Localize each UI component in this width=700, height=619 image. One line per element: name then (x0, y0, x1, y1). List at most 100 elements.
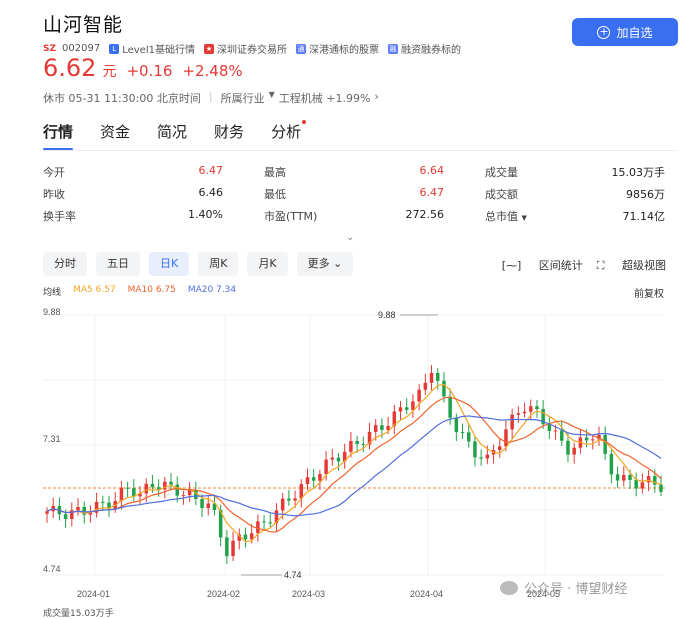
candle-body (473, 441, 477, 458)
candle-body (243, 534, 248, 540)
candle-body (634, 479, 638, 489)
candle-body (591, 439, 595, 441)
low-label: 4.74 (284, 570, 302, 580)
connect-icon: 通 (295, 43, 306, 54)
candle-body (249, 533, 254, 540)
super-view-button[interactable]: ⛶ 超级视图 (597, 257, 666, 273)
candle-body (417, 389, 421, 402)
candle-body (603, 434, 607, 454)
price-row: 6.62 元 +0.16 +2.48% (43, 54, 253, 82)
stat-market-cap[interactable]: 总市值 ▼ 71.14亿 (485, 208, 665, 224)
candle-body (311, 477, 316, 481)
candle-body (454, 417, 459, 433)
candle-body (448, 396, 452, 418)
candle-body (435, 372, 440, 381)
candle-body (485, 454, 490, 459)
candle-body (175, 484, 179, 496)
stat-turnover-amount: 成交额 9856万 (485, 188, 665, 201)
wechat-icon (500, 580, 518, 595)
candle-body (646, 476, 651, 483)
candle-body (516, 413, 521, 415)
margin-icon: 融 (387, 43, 398, 54)
candle-body (547, 424, 552, 431)
candle-body (318, 473, 322, 481)
tag-margin: 融融资融券标的 (387, 43, 461, 56)
candle-body (628, 474, 632, 480)
candle-body (200, 498, 204, 509)
caret-down-icon: ▼ (268, 90, 275, 99)
candle-body (466, 432, 471, 442)
ma20-label: MA20 7.34 (187, 285, 237, 295)
candle-body (187, 490, 192, 496)
stat-open: 今开 6.47 (43, 164, 223, 179)
stats-row: 换手率 1.40% 市盈(TTM) 272.56 总市值 ▼ 71.14亿 (43, 205, 665, 227)
market-badge: SZ (43, 43, 57, 54)
volume-label: 成交量15.03万手 (43, 609, 114, 619)
candle-body (150, 483, 155, 488)
candle-body (609, 453, 614, 475)
stats-grid: 今开 6.47 最高 6.64 成交量 15.03万手 昨收 6.46 最低 6.47 成… (43, 161, 665, 227)
candle-body (522, 411, 527, 414)
tag-connect: 通深港通标的股票 (295, 43, 379, 56)
period-more[interactable]: 更多 ⌄ (296, 252, 354, 276)
stats-row: 今开 6.47 最高 6.64 成交量 15.03万手 (43, 161, 665, 183)
candle-body (169, 481, 173, 485)
candle-body (380, 425, 384, 430)
period-weekly-k[interactable]: 周K (198, 252, 239, 276)
expand-chevron-icon[interactable]: ⌄ (346, 232, 354, 243)
candle-body (659, 484, 663, 492)
period-daily-k[interactable]: 日K (149, 252, 190, 276)
candle-body (206, 503, 211, 509)
candle-body (497, 446, 502, 451)
plus-icon: + (597, 24, 611, 39)
tab-analysis[interactable]: 分析 (271, 120, 307, 142)
candle-body (510, 414, 514, 430)
stock-code: 002097 (62, 43, 101, 54)
tab-divider (43, 150, 678, 151)
y-tick-label: 4.74 (43, 564, 61, 574)
stat-low: 最低 6.47 (264, 186, 444, 201)
market-status: 休市 05-31 11:30:00 北京时间 (43, 92, 201, 105)
candle-body (330, 457, 335, 460)
kline-chart[interactable]: 9.88 7.31 4.74 2024-01 2024-02 2024-03 2024-04… (0, 300, 700, 605)
candle-body (144, 483, 148, 494)
candle-body (479, 457, 483, 459)
range-stats-button[interactable]: [⁓] 区间统计 (502, 257, 583, 273)
candle-body (404, 407, 409, 410)
candle-body (584, 437, 589, 441)
add-watchlist-button[interactable]: + 加自选 (572, 18, 678, 46)
period-5day[interactable]: 五日 (96, 252, 140, 276)
period-monthly-k[interactable]: 月K (247, 252, 288, 276)
candle-body (622, 474, 626, 481)
stat-pe: 市盈(TTM) 272.56 (264, 208, 444, 223)
candle-body (324, 459, 328, 474)
ma5-line (46, 383, 662, 543)
candle-body (293, 498, 297, 501)
period-intraday[interactable]: 分时 (43, 252, 87, 276)
candle-body (373, 425, 378, 432)
adjust-mode[interactable]: 前复权 (634, 285, 664, 300)
candle-body (287, 498, 291, 501)
candle-body (45, 511, 49, 514)
tab-profile[interactable]: 简况 (157, 121, 187, 142)
candle-body (132, 488, 136, 497)
candle-body (560, 430, 564, 441)
candle-body (460, 432, 465, 434)
flag-icon: ★ (203, 43, 214, 54)
y-tick-label: 9.88 (43, 307, 61, 317)
candle-body (336, 457, 341, 462)
chevron-down-icon: ⌄ (333, 257, 343, 270)
y-tick-label: 7.31 (43, 434, 61, 444)
industry-link[interactable]: 工程机械 +1.99% (279, 90, 371, 106)
candle-body (572, 447, 576, 455)
x-tick-label: 2024-03 (292, 589, 325, 599)
tab-finance[interactable]: 财务 (214, 121, 244, 142)
x-tick-label: 2024-02 (207, 589, 240, 599)
notification-dot (302, 120, 307, 124)
tab-quote[interactable]: 行情 (43, 121, 74, 151)
industry-label: 所属行业 (220, 92, 265, 105)
ma10-label: MA10 6.75 (127, 285, 176, 295)
candle-body (262, 521, 266, 523)
tab-funds[interactable]: 资金 (100, 121, 130, 142)
candle-body (63, 514, 68, 519)
